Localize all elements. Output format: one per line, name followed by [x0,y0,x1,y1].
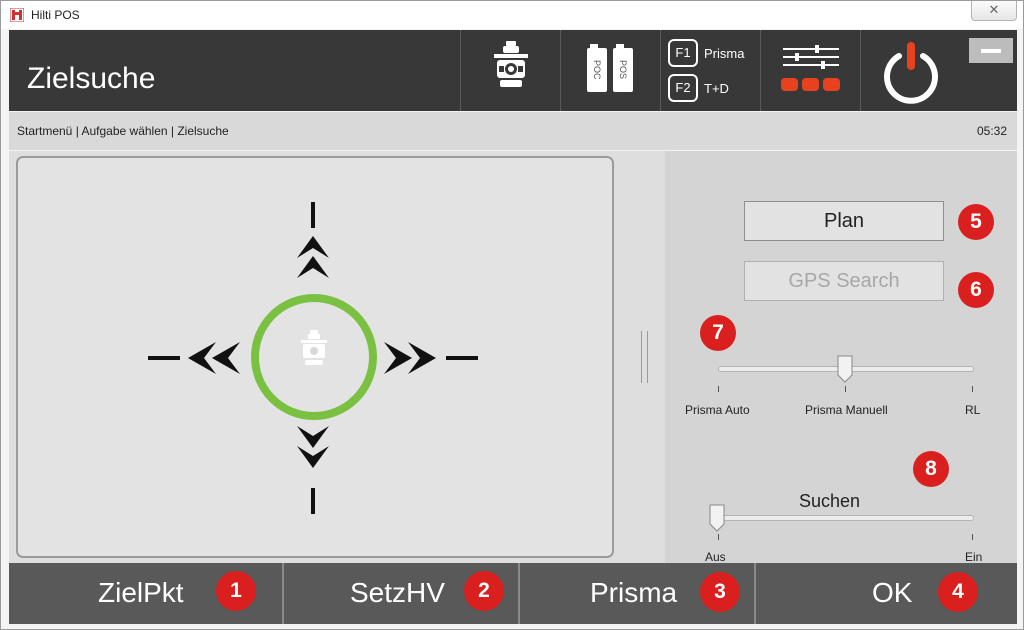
power-icon [884,42,938,104]
arrow-right-button[interactable] [384,342,478,374]
direction-control [148,202,478,514]
f2-key[interactable]: F2 [668,74,698,102]
badge-4: 4 [938,572,978,612]
app-header: Zielsuche POC POS F1 Prisma F2 T+D [9,30,1017,111]
breadcrumb-bar: Startmenü | Aufgabe wählen | Zielsuche 0… [9,112,1017,150]
f1-key[interactable]: F1 [668,39,698,67]
prism-option-rl[interactable]: RL [965,403,980,417]
softkey-setzhv-label: SetzHV [350,577,445,608]
softkey-ok-label: OK [872,577,913,608]
instrument-status-button[interactable] [460,30,560,111]
power-button[interactable] [860,30,960,111]
softkey-prisma-label: Prisma [590,577,678,608]
battery-label-2: POS [618,60,628,79]
softkey-zielpkt[interactable]: ZielPkt 1 [9,563,283,624]
battery-status-button[interactable]: POC POS [560,30,660,111]
badge-5: 5 [958,204,994,240]
window-close-button[interactable]: ✕ [971,1,1017,21]
softkey-setzhv[interactable]: SetzHV 2 [284,563,518,624]
target-search-area [9,151,665,563]
search-slider-thumb[interactable] [709,504,725,532]
function-keys-panel: F1 Prisma F2 T+D [660,30,760,111]
window-titlebar: Hilti POS ✕ [1,1,1023,29]
hilti-app-icon [10,8,24,22]
instrument-center-icon [301,330,327,365]
f1-label: Prisma [704,46,745,61]
app-window: Hilti POS ✕ Zielsuche POC POS F1 Prisma … [0,0,1024,630]
search-tick-on [972,534,973,540]
panel-splitter[interactable] [638,331,652,383]
gps-search-button[interactable]: GPS Search [744,261,944,301]
prism-tick-rl [972,386,973,392]
f2-label: T+D [704,81,729,96]
search-option-off[interactable]: Aus [705,550,726,564]
breadcrumb: Startmenü | Aufgabe wählen | Zielsuche [17,124,229,138]
search-slider-title: Suchen [799,491,861,511]
main-content: Plan 5 GPS Search 6 7 Prisma Auto Prisma… [9,151,1017,564]
prism-tick-manual [845,386,846,392]
prism-slider-thumb[interactable] [837,355,853,383]
battery-icon: POC POS [587,44,633,92]
minimize-button[interactable] [969,38,1013,63]
prism-option-auto[interactable]: Prisma Auto [685,403,750,417]
target-search-panel[interactable] [16,156,614,558]
softkey-zielpkt-label: ZielPkt [98,577,184,608]
page-title: Zielsuche [27,62,156,95]
badge-2: 2 [464,571,504,611]
softkey-ok[interactable]: OK 4 [756,563,1017,624]
search-tick-off [718,534,719,540]
badge-8: 8 [913,451,949,487]
battery-label-1: POC [592,60,602,80]
window-title: Hilti POS [31,8,80,22]
search-slider-track[interactable] [718,515,974,521]
plan-button[interactable]: Plan [744,201,944,241]
prism-option-manual[interactable]: Prisma Manuell [805,403,888,417]
arrow-left-button[interactable] [148,342,240,374]
badge-1: 1 [216,571,256,611]
settings-button[interactable] [760,30,860,111]
settings-icon [781,45,840,91]
prism-tick-auto [718,386,719,392]
options-panel: Plan 5 GPS Search 6 7 Prisma Auto Prisma… [665,151,1017,564]
arrow-down-button[interactable] [297,426,329,514]
badge-3: 3 [700,572,740,612]
badge-7: 7 [700,315,736,351]
instrument-icon [494,41,528,87]
clock-time: 05:32 [976,124,1007,138]
softkey-bar: ZielPkt 1 SetzHV 2 Prisma 3 OK 4 [9,563,1017,624]
softkey-prisma[interactable]: Prisma 3 [520,563,754,624]
badge-6: 6 [958,272,994,308]
arrow-up-button[interactable] [297,202,329,278]
search-option-on[interactable]: Ein [965,550,982,564]
